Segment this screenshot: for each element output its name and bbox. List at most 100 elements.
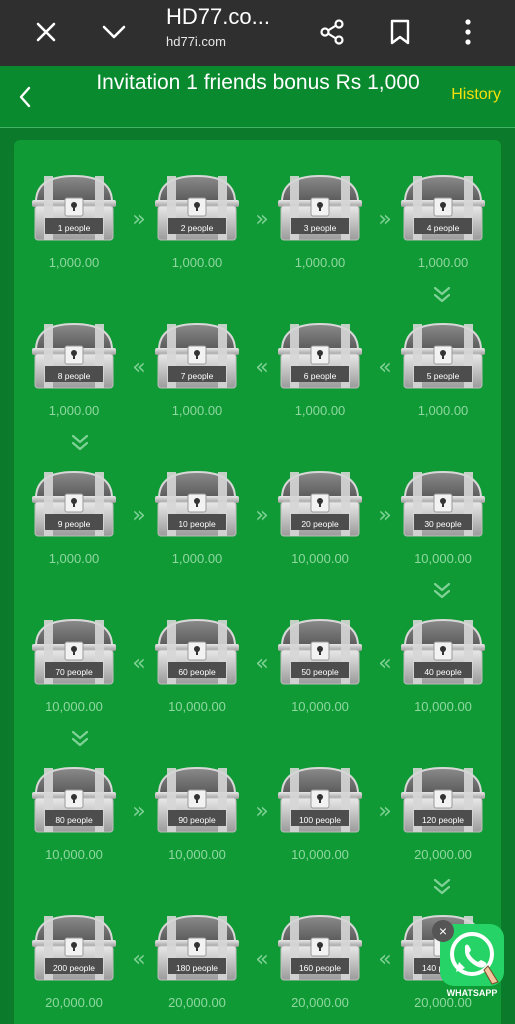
chest-label: 180 people — [175, 963, 219, 973]
browser-bar: HD77.co... hd77i.com — [0, 0, 515, 66]
app-header: Invitation 1 friends bonus Rs 1,000 Hist… — [0, 66, 515, 128]
chest-item[interactable]: 20 people 10,000.00 — [267, 458, 373, 568]
chest-label: 50 people — [301, 667, 339, 677]
chest-item[interactable]: 9 people 1,000.00 — [21, 458, 127, 568]
chest-item[interactable]: 160 people 20,000.00 — [267, 902, 373, 1012]
chest-amount: 1,000.00 — [417, 255, 469, 270]
treasure-chest-icon: 6 people — [276, 320, 364, 398]
chest-amount: 10,000.00 — [168, 847, 226, 862]
chest-amount: 20,000.00 — [291, 995, 349, 1010]
chest-amount: 1,000.00 — [48, 255, 100, 270]
chest-label: 80 people — [55, 815, 93, 825]
chest-item[interactable]: 80 people 10,000.00 — [21, 754, 127, 864]
chest-amount: 1,000.00 — [171, 551, 223, 566]
chest-label: 9 people — [57, 519, 91, 529]
chest-label: 10 people — [178, 519, 216, 529]
chest-label: 8 people — [57, 371, 91, 381]
treasure-chest-icon: 5 people — [399, 320, 487, 398]
history-link[interactable]: History — [451, 86, 501, 104]
chest-label: 90 people — [178, 815, 216, 825]
treasure-chest-icon: 160 people — [276, 912, 364, 990]
chest-amount: 1,000.00 — [48, 551, 100, 566]
chest-item[interactable]: 10 people 1,000.00 — [144, 458, 250, 568]
chest-amount: 1,000.00 — [171, 403, 223, 418]
chest-item[interactable]: 40 people 10,000.00 — [390, 606, 496, 716]
chest-item[interactable]: 7 people 1,000.00 — [144, 310, 250, 420]
arrow-down-icon — [69, 432, 91, 454]
arrow-down-icon — [431, 284, 453, 306]
more-vert-icon[interactable] — [444, 8, 492, 56]
chest-label: 70 people — [55, 667, 93, 677]
chest-amount: 10,000.00 — [414, 699, 472, 714]
treasure-chest-icon: 4 people — [399, 172, 487, 250]
chest-amount: 1,000.00 — [417, 403, 469, 418]
chest-label: 7 people — [180, 371, 214, 381]
chest-label: 4 people — [426, 223, 460, 233]
treasure-chest-icon: 30 people — [399, 468, 487, 546]
chest-label: 40 people — [424, 667, 462, 677]
chest-item[interactable]: 5 people 1,000.00 — [390, 310, 496, 420]
treasure-chest-icon: 9 people — [30, 468, 118, 546]
treasure-chest-icon: 20 people — [276, 468, 364, 546]
treasure-chest-icon: 40 people — [399, 616, 487, 694]
chest-amount: 1,000.00 — [294, 255, 346, 270]
chest-label: 6 people — [303, 371, 337, 381]
whatsapp-close-icon[interactable]: × — [432, 920, 454, 942]
treasure-chest-icon: 80 people — [30, 764, 118, 842]
treasure-chest-icon: 70 people — [30, 616, 118, 694]
chest-item[interactable]: 120 people 20,000.00 — [390, 754, 496, 864]
arrow-down-icon — [69, 728, 91, 750]
whatsapp-label: WHATSAPP — [446, 988, 498, 998]
chest-item[interactable]: 90 people 10,000.00 — [144, 754, 250, 864]
chest-item[interactable]: 4 people 1,000.00 — [390, 162, 496, 272]
chest-item[interactable]: 8 people 1,000.00 — [21, 310, 127, 420]
chest-label: 5 people — [426, 371, 460, 381]
chest-amount: 10,000.00 — [168, 699, 226, 714]
chest-label: 2 people — [180, 223, 214, 233]
chest-label: 160 people — [298, 963, 342, 973]
chest-item[interactable]: 200 people 20,000.00 — [21, 902, 127, 1012]
treasure-chest-icon: 180 people — [153, 912, 241, 990]
chest-amount: 20,000.00 — [45, 995, 103, 1010]
treasure-chest-icon: 200 people — [30, 912, 118, 990]
chest-amount: 20,000.00 — [168, 995, 226, 1010]
chest-amount: 10,000.00 — [45, 699, 103, 714]
chest-item[interactable]: 2 people 1,000.00 — [144, 162, 250, 272]
url-title[interactable]: HD77.co... — [166, 4, 270, 30]
chest-item[interactable]: 1 people 1,000.00 — [21, 162, 127, 272]
chest-item[interactable]: 30 people 10,000.00 — [390, 458, 496, 568]
treasure-chest-icon: 1 people — [30, 172, 118, 250]
arrow-down-icon — [431, 580, 453, 602]
chest-item[interactable]: 3 people 1,000.00 — [267, 162, 373, 272]
treasure-chest-icon: 3 people — [276, 172, 364, 250]
chest-label: 30 people — [424, 519, 462, 529]
treasure-chest-icon: 8 people — [30, 320, 118, 398]
chest-label: 120 people — [421, 815, 465, 825]
chest-label: 100 people — [298, 815, 342, 825]
chest-amount: 1,000.00 — [294, 403, 346, 418]
chevron-down-icon[interactable] — [90, 8, 138, 56]
chest-amount: 10,000.00 — [45, 847, 103, 862]
chest-label: 20 people — [301, 519, 339, 529]
chest-item[interactable]: 60 people 10,000.00 — [144, 606, 250, 716]
close-icon[interactable] — [22, 8, 70, 56]
chest-amount: 10,000.00 — [291, 847, 349, 862]
chest-item[interactable]: 6 people 1,000.00 — [267, 310, 373, 420]
bookmark-icon[interactable] — [376, 8, 424, 56]
back-icon[interactable] — [8, 80, 42, 114]
chest-amount: 10,000.00 — [291, 551, 349, 566]
chest-label: 200 people — [52, 963, 96, 973]
chest-item[interactable]: 50 people 10,000.00 — [267, 606, 373, 716]
treasure-chest-icon: 7 people — [153, 320, 241, 398]
whatsapp-widget[interactable]: × WHATSAPP — [432, 918, 512, 1002]
treasure-chest-icon: 100 people — [276, 764, 364, 842]
chest-amount: 1,000.00 — [48, 403, 100, 418]
reward-panel: 1 people 1,000.00» 2 people 1,000.00» 3 peop… — [14, 140, 501, 1024]
chest-item[interactable]: 70 people 10,000.00 — [21, 606, 127, 716]
share-icon[interactable] — [308, 8, 356, 56]
treasure-chest-icon: 90 people — [153, 764, 241, 842]
chest-item[interactable]: 180 people 20,000.00 — [144, 902, 250, 1012]
chest-label: 60 people — [178, 667, 216, 677]
chest-item[interactable]: 100 people 10,000.00 — [267, 754, 373, 864]
url-domain[interactable]: hd77i.com — [166, 34, 226, 49]
